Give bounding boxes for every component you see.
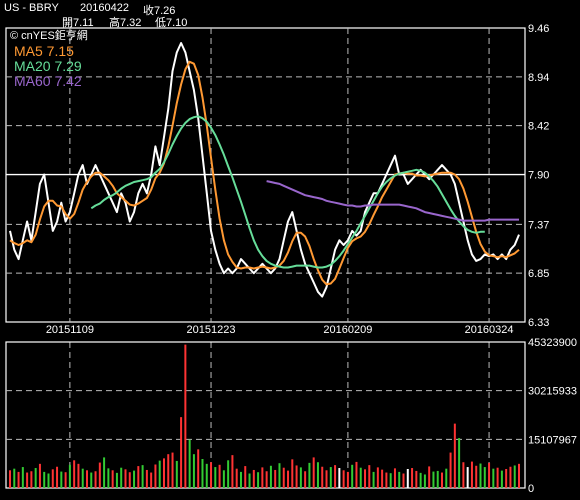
price-y-tick-label: 9.46 [528,23,549,35]
price-y-tick-label: 8.42 [528,121,549,133]
legend-ma5: MA5 7.15 [14,43,74,59]
price-y-tick-label: 6.33 [528,317,549,329]
volume-y-tick-label: 30215933 [528,386,577,398]
volume-y-tick-label: 15107967 [528,434,577,446]
volume-y-tick-label: 45323900 [528,337,577,349]
x-tick-label: 20151109 [46,324,94,336]
x-tick-label: 20151223 [187,324,236,336]
legend-ma60: MA60 7.42 [14,73,82,89]
ma60-series-line [266,180,519,222]
stock-chart: 9.46 8.94 8.42 7.90 7.37 6.85 6.33 20151109 2015… [5,23,577,495]
volume-panel-frame [5,341,526,489]
price-y-tick-label: 7.90 [528,170,549,182]
price-y-tick-label: 7.37 [528,219,549,231]
legend-ma20: MA20 7.29 [14,58,82,74]
ma5-series-line [9,60,520,286]
volume-y-tick-label: 0 [528,483,534,495]
x-tick-label: 20160209 [323,324,372,336]
x-tick-label: 20160324 [465,324,514,336]
price-y-tick-label: 8.94 [528,72,549,84]
watermark-text: © cnYES鉅亨網 [10,28,88,42]
price-y-tick-label: 6.85 [528,268,549,280]
